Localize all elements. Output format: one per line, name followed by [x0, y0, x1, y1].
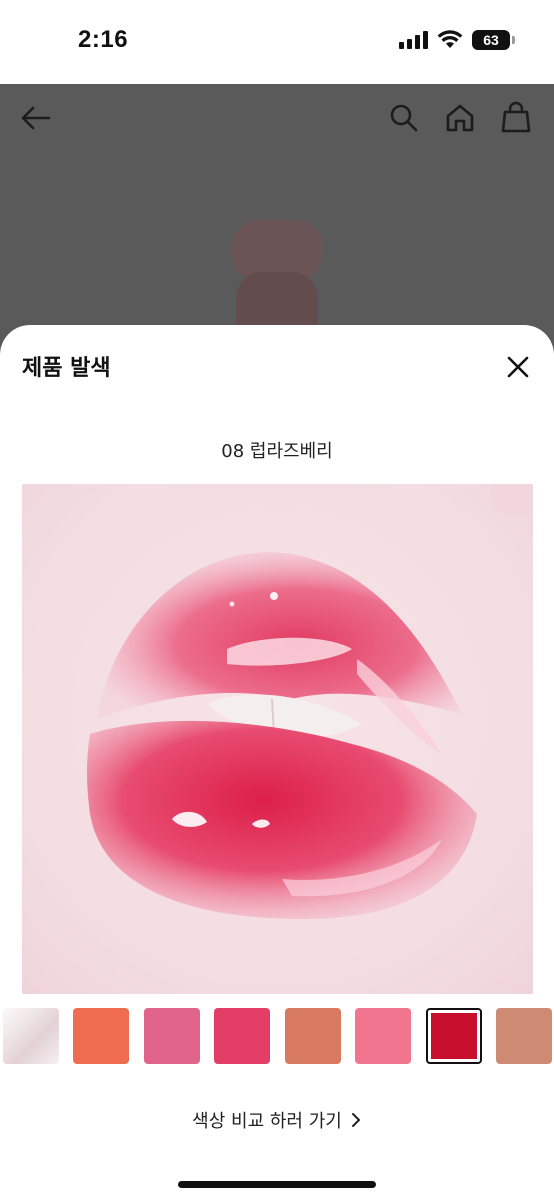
- status-time: 2:16: [78, 26, 129, 53]
- home-icon[interactable]: [442, 100, 478, 136]
- swatch-03[interactable]: [144, 1008, 200, 1064]
- shopping-bag-icon[interactable]: [498, 100, 534, 136]
- battery-icon: 63: [472, 30, 515, 50]
- cellular-signal-icon: [399, 31, 428, 49]
- swatch-strip: [0, 1006, 554, 1066]
- swatch-01[interactable]: [3, 1008, 59, 1064]
- close-icon: [507, 356, 529, 378]
- swatch-05[interactable]: [285, 1008, 341, 1064]
- swatch-04[interactable]: [214, 1008, 270, 1064]
- color-swatch-sheet: 제품 발색 08 럽라즈베리 색상 비교 하러 가기: [0, 325, 554, 1200]
- swatch-02[interactable]: [73, 1008, 129, 1064]
- chevron-right-icon: [351, 1113, 360, 1127]
- back-arrow-icon[interactable]: [18, 100, 54, 136]
- swatch-08[interactable]: [496, 1008, 552, 1064]
- compare-colors-link[interactable]: 색상 비교 하러 가기: [0, 1107, 554, 1133]
- home-indicator[interactable]: [178, 1181, 376, 1188]
- background-product-image: [232, 220, 322, 332]
- lip-photo-illustration: [22, 484, 533, 994]
- status-icons: 63: [399, 30, 515, 50]
- sheet-title: 제품 발색: [22, 356, 111, 381]
- search-icon[interactable]: [386, 100, 422, 136]
- screen: 2:16 63 제품 발색 08 럽라즈베리 색상 비교 하러 가기: [0, 0, 554, 1200]
- shade-swatch-photo: [22, 484, 533, 994]
- swatch-07-selected[interactable]: [426, 1008, 482, 1064]
- swatch-06[interactable]: [355, 1008, 411, 1064]
- shade-name: 08 럽라즈베리: [221, 441, 333, 462]
- status-bar: 2:16 63: [0, 0, 554, 84]
- compare-colors-label: 색상 비교 하러 가기: [192, 1111, 342, 1132]
- wifi-icon: [437, 30, 463, 48]
- close-button[interactable]: [500, 349, 536, 385]
- background-header: [0, 84, 554, 150]
